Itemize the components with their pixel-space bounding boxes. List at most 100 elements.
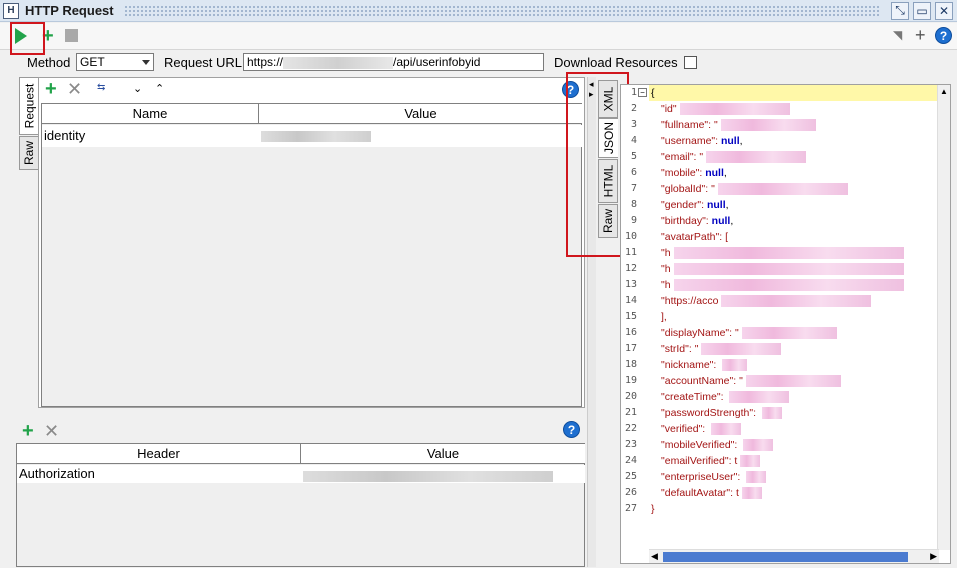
stop-icon[interactable] [65, 29, 78, 42]
line-number: 14 [624, 295, 637, 306]
redacted-value [740, 455, 761, 468]
redacted-value [679, 103, 790, 116]
header-value-cell[interactable] [301, 465, 585, 483]
line-number: 1 [630, 87, 637, 98]
line-number: 7 [630, 183, 637, 194]
line-number: 12 [624, 263, 637, 274]
url-input[interactable]: https:// /api/userinfobyid [243, 53, 544, 71]
line-number: 11 [624, 247, 637, 258]
fold-icon[interactable]: − [638, 88, 647, 97]
title-grip[interactable] [123, 4, 881, 17]
params-panel: + ✕ ⇆ ⌄ ⌃ ? Name Value identity [38, 77, 585, 408]
json-line: "email": " [661, 149, 807, 165]
json-line: "gender": null, [661, 199, 729, 211]
line-number: 25 [624, 471, 637, 482]
json-line: "https://acco [661, 293, 872, 309]
url-redacted [283, 56, 394, 69]
line-number: 27 [624, 503, 637, 514]
json-line: "username": null, [661, 135, 743, 147]
redacted-value [701, 343, 782, 356]
line-number: 23 [624, 439, 637, 450]
headers-help-icon[interactable]: ? [563, 421, 580, 438]
json-line: "mobileVerified": [661, 437, 774, 453]
collapse-icon[interactable]: ⤡ [891, 1, 909, 20]
line-number: 2 [630, 103, 637, 114]
json-editor[interactable]: 1 2 3 4 5 6 7 8 9 10 11 12 13 14 15 16 17 18 19 20 21 22 23 24 2… [620, 84, 951, 564]
line-number: 15 [624, 311, 637, 322]
json-line: "globalId": " [661, 181, 848, 197]
line-number: 20 [624, 391, 637, 402]
tab-raw-left-label: Raw [22, 140, 37, 166]
redacted-value [729, 391, 790, 404]
json-line: "createTime": [661, 389, 790, 405]
json-line: ], [661, 311, 667, 323]
redacted-value [673, 263, 904, 276]
scroll-up-icon[interactable]: ▲ [940, 87, 948, 96]
move-down-icon[interactable]: ⌄ [133, 82, 142, 95]
scroll-left-icon[interactable]: ◀ [651, 551, 658, 562]
tab-request[interactable]: Request [19, 77, 39, 135]
json-line: "birthday": null, [661, 215, 734, 227]
json-line: "emailVerified": t [661, 453, 761, 469]
redacted-value [722, 359, 748, 372]
add-header-icon[interactable]: + [22, 421, 34, 441]
chevron-down-icon [142, 60, 150, 65]
line-number: 24 [624, 455, 637, 466]
redacted-value [673, 279, 904, 292]
download-checkbox[interactable] [684, 56, 697, 69]
redacted-value [711, 423, 742, 436]
redacted-value [673, 247, 904, 260]
redacted-value [745, 375, 841, 388]
scroll-thumb[interactable] [663, 552, 908, 562]
tab-raw-left[interactable]: Raw [19, 136, 39, 170]
add-tab-icon[interactable]: + [915, 25, 926, 46]
json-line: "fullname": " [661, 117, 816, 133]
encode-icon[interactable]: ⇆ [97, 82, 105, 93]
param-name-cell[interactable]: identity [42, 125, 259, 147]
line-gutter: 1 2 3 4 5 6 7 8 9 10 11 12 13 14 15 16 17 18 19 20 21 22 23 24 2… [621, 85, 649, 550]
header-value-redacted [303, 471, 553, 483]
editor-horizontal-scrollbar[interactable]: ◀ ▶ [649, 549, 939, 563]
move-up-icon[interactable]: ⌃ [155, 82, 164, 95]
line-number: 6 [630, 167, 637, 178]
header-name-cell[interactable]: Authorization [17, 465, 301, 483]
param-value-cell[interactable] [259, 125, 582, 147]
redacted-value [721, 295, 872, 308]
delete-param-icon[interactable]: ✕ [67, 80, 82, 98]
editor-vertical-scrollbar[interactable]: ▲ [937, 85, 950, 550]
line-number: 4 [630, 135, 637, 146]
json-line: } [651, 503, 655, 515]
line-number: 18 [624, 359, 637, 370]
toolbar: + [0, 23, 957, 50]
close-icon[interactable]: ✕ [935, 1, 953, 20]
download-label: Download Resources [554, 55, 678, 70]
run-highlight-box [10, 22, 45, 55]
json-line: "strId": " [661, 341, 782, 357]
clear-icon[interactable]: ◥ [893, 28, 909, 42]
request-line: Method GET Request URL: https:// /api/use… [0, 52, 957, 74]
line-number: 5 [630, 151, 637, 162]
method-select[interactable]: GET [76, 53, 154, 71]
params-header-name: Name [42, 104, 259, 124]
json-line: "displayName": " [661, 325, 837, 341]
params-header-value: Value [259, 104, 582, 124]
method-value: GET [80, 55, 105, 69]
window-title: HTTP Request [25, 3, 114, 18]
headers-table: Header Value Authorization [16, 443, 585, 567]
restore-icon[interactable]: ▭ [913, 1, 931, 20]
headers-header-name: Header [17, 444, 301, 464]
json-line: { [651, 87, 655, 99]
redacted-value [706, 151, 807, 164]
param-value-redacted [261, 131, 371, 143]
line-number: 16 [624, 327, 637, 338]
redacted-value [746, 471, 767, 484]
delete-header-icon[interactable]: ✕ [44, 422, 59, 440]
json-line: "accountName": " [661, 373, 841, 389]
scroll-right-icon[interactable]: ▶ [930, 551, 937, 562]
url-label: Request URL: [164, 55, 246, 70]
add-param-icon[interactable]: + [45, 79, 57, 99]
help-icon[interactable]: ? [935, 27, 952, 44]
method-label: Method [27, 55, 71, 70]
json-line: "avatarPath": [ [661, 231, 728, 243]
url-suffix: /api/userinfobyid [393, 55, 481, 69]
